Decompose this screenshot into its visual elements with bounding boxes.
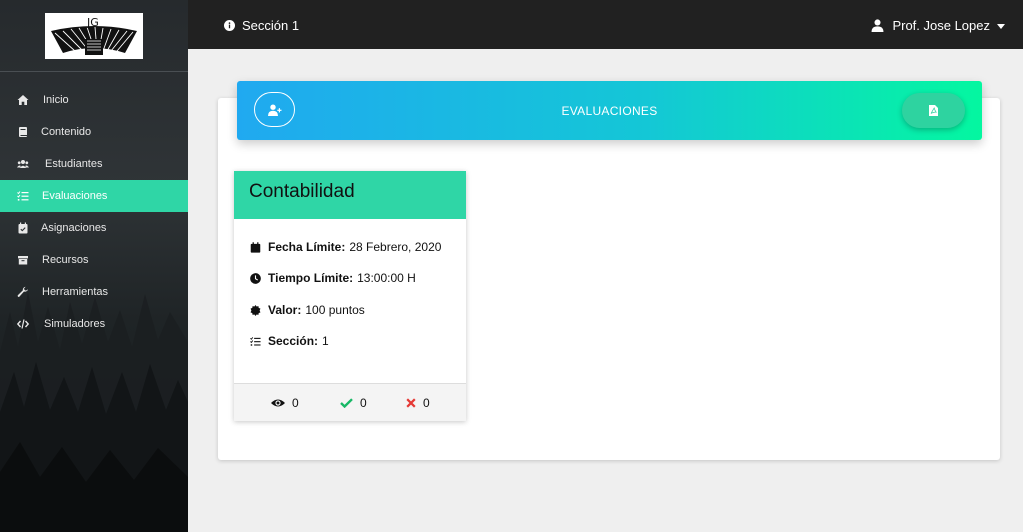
code-icon [17, 318, 29, 330]
field-key: Sección: [268, 334, 319, 348]
sidebar-item-label: Herramientas [42, 286, 109, 298]
rejected-stat[interactable]: 0 [406, 396, 430, 410]
field-value: 1 [322, 334, 329, 348]
section-row: Sección: 1 [250, 334, 329, 348]
field-key: Fecha Límite: [268, 240, 346, 254]
eye-icon [271, 399, 285, 407]
sidebar-item-asignaciones[interactable]: Asignaciones [0, 212, 188, 244]
viewed-count: 0 [292, 396, 299, 410]
sidebar-divider [0, 71, 188, 72]
home-icon [17, 94, 29, 106]
field-value: 100 puntos [305, 303, 365, 317]
field-value: 13:00:00 H [357, 271, 416, 285]
wrench-icon [17, 286, 29, 298]
user-menu-toggle[interactable]: Prof. Jose Lopez [871, 18, 1005, 33]
sidebar-item-label: Asignaciones [41, 222, 107, 234]
sidebar-item-label: Contenido [41, 126, 92, 138]
svg-text:JG: JG [86, 16, 99, 29]
close-icon [406, 398, 416, 408]
sidebar-item-label: Recursos [42, 254, 89, 266]
sidebar-item-evaluaciones[interactable]: Evaluaciones [0, 180, 188, 212]
field-key: Valor: [268, 303, 302, 317]
sidebar-nav: Inicio Contenido Estudiantes Evaluacione… [0, 84, 188, 340]
time-limit-row: Tiempo Límite: 13:00:00 H [250, 271, 416, 285]
sidebar: JG Inicio Contenido Estudiantes Evaluaci… [0, 0, 188, 532]
calendar-check-icon [17, 222, 29, 234]
evaluation-title: Contabilidad [234, 171, 466, 219]
deadline-date-row: Fecha Límite: 28 Febrero, 2020 [250, 240, 441, 254]
evaluations-header-banner: EVALUACIONES [237, 81, 982, 140]
user-icon [871, 19, 884, 32]
caret-down-icon [997, 23, 1005, 29]
archive-icon [17, 254, 29, 266]
clock-icon [250, 272, 261, 284]
banner-title: EVALUACIONES [561, 104, 658, 118]
check-icon [340, 398, 353, 408]
certificate-icon [250, 304, 261, 316]
sidebar-item-label: Evaluaciones [42, 190, 108, 202]
value-row: Valor: 100 puntos [250, 303, 365, 317]
info-circle-icon [224, 20, 235, 31]
users-icon [17, 158, 29, 170]
sidebar-item-estudiantes[interactable]: Estudiantes [0, 148, 188, 180]
sidebar-item-simuladores[interactable]: Simuladores [0, 308, 188, 340]
sidebar-item-label: Estudiantes [45, 158, 103, 170]
school-logo: JG [45, 13, 143, 59]
list-icon [250, 336, 261, 346]
approved-stat[interactable]: 0 [340, 396, 367, 410]
sidebar-item-inicio[interactable]: Inicio [0, 84, 188, 116]
field-value: 28 Febrero, 2020 [349, 240, 442, 254]
evaluation-card[interactable]: Contabilidad Fecha Límite: 28 Febrero, 2… [234, 171, 466, 421]
sidebar-item-contenido[interactable]: Contenido [0, 116, 188, 148]
tasks-icon [17, 190, 29, 202]
book-icon [17, 126, 29, 138]
sidebar-item-label: Inicio [43, 94, 69, 106]
sidebar-item-herramientas[interactable]: Herramientas [0, 276, 188, 308]
section-label: Sección 1 [242, 18, 300, 33]
export-pdf-button[interactable] [902, 93, 965, 128]
sidebar-item-recursos[interactable]: Recursos [0, 244, 188, 276]
section-indicator: Sección 1 [224, 18, 299, 33]
viewed-stat[interactable]: 0 [271, 396, 299, 410]
evaluation-stats-footer: 0 0 0 [234, 383, 466, 421]
rejected-count: 0 [423, 396, 430, 410]
file-pdf-icon [929, 105, 938, 116]
sidebar-item-label: Simuladores [44, 318, 106, 330]
field-key: Tiempo Límite: [268, 271, 354, 285]
approved-count: 0 [360, 396, 367, 410]
calendar-icon [250, 241, 261, 253]
top-navbar: Sección 1 Prof. Jose Lopez [188, 0, 1023, 49]
user-name: Prof. Jose Lopez [892, 18, 990, 33]
